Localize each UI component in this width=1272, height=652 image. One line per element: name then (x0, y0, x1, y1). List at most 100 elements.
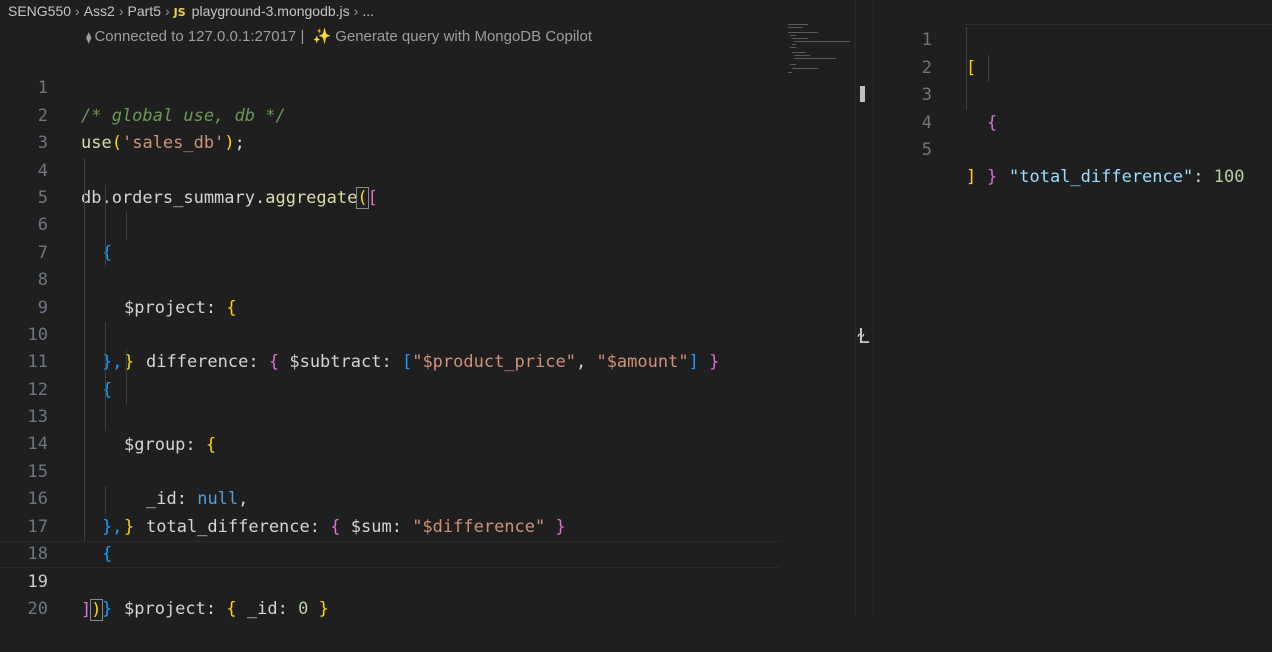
minimap-line (790, 47, 796, 48)
indent-guide (84, 239, 85, 268)
indent-guide (105, 486, 106, 514)
output-bracket: } (987, 167, 998, 188)
indent-guide (84, 267, 85, 295)
code-bracket: } (102, 598, 113, 619)
text-cursor-icon: Ɫ (858, 324, 870, 348)
code-line[interactable]: 17 $project: { _id: 0 } (0, 486, 780, 619)
indent-guide (84, 513, 85, 542)
connection-status[interactable]: Connected to 127.0.0.1:27017 | (94, 28, 304, 45)
chevron-right-icon: › (118, 3, 124, 19)
minimap-line (792, 38, 808, 39)
code-punct: : (205, 598, 227, 619)
minimap-line (794, 55, 810, 56)
code-line[interactable]: 3 (0, 103, 780, 153)
line-number: 20 (27, 598, 48, 619)
minimap-line (790, 64, 796, 65)
minimap-line (792, 44, 796, 45)
minimap-line (788, 24, 808, 25)
indent-guide (105, 321, 106, 350)
indent-guide (126, 212, 127, 240)
code-line[interactable]: 12 _id: null, (0, 349, 780, 509)
code-line[interactable]: 9 }, (0, 267, 780, 372)
indent-guide (84, 376, 85, 405)
chevron-right-icon: › (353, 3, 359, 19)
code-line[interactable]: 7 difference: { $subtract: ["$product_pr… (0, 212, 780, 372)
generate-query-link[interactable]: Generate query with MongoDB Copilot (335, 28, 592, 45)
output-line[interactable]: 3 "total_difference": 100 (874, 54, 1272, 187)
indent-guide (84, 157, 85, 185)
javascript-file-icon: JS (173, 6, 186, 19)
indent-guide (84, 321, 85, 350)
indent-guide (126, 376, 127, 405)
indent-guide (105, 212, 106, 240)
breadcrumb: SENG550 › Ass2 › Part5 › JS playground-3.mongod… (0, 0, 374, 22)
output-line[interactable]: 4 } (874, 82, 1272, 187)
output-pane[interactable]: 1 [ 2 { 3 "total_difference": 100 4 } 5 … (873, 0, 1272, 617)
output-punct: : (1193, 167, 1214, 188)
code-line[interactable]: 15 }, (0, 431, 780, 537)
breadcrumb-item-seng550[interactable]: SENG550 (8, 3, 71, 19)
minimap[interactable] (780, 22, 855, 617)
minimap-line (792, 68, 818, 69)
output-line[interactable]: 5 ] (874, 110, 1272, 187)
output-line[interactable]: 2 { (874, 27, 1272, 133)
indent-guide (84, 294, 85, 322)
output-value: 100 (1213, 167, 1245, 188)
indent-guide (84, 431, 85, 459)
code-key: $project (124, 598, 206, 619)
code-punct: : (277, 598, 299, 619)
code-line[interactable]: 4 db.orders_summary.aggregate([ (0, 130, 780, 209)
indent-guide (966, 27, 967, 55)
code-number: 0 (298, 598, 309, 619)
code-line[interactable]: 8 } (0, 239, 780, 372)
indent-guide (105, 184, 106, 213)
output-bracket: ] (966, 167, 977, 188)
breadcrumb-item-part5[interactable]: Part5 (128, 3, 161, 19)
code-bracket: { (226, 598, 237, 619)
code-line[interactable]: 20 (0, 568, 780, 619)
code-line[interactable]: 5 { (0, 157, 780, 263)
indent-guide (84, 404, 85, 432)
code-line-current[interactable]: 19 ]) (0, 541, 780, 621)
indent-guide (105, 404, 106, 432)
indent-guide (105, 349, 106, 377)
breadcrumb-item-ass2[interactable]: Ass2 (84, 3, 115, 19)
indent-guide (84, 458, 85, 487)
indent-guide (988, 54, 989, 83)
sparkle-icon: ✨ (312, 28, 332, 45)
output-key: "total_difference" (1009, 167, 1194, 188)
minimap-line (794, 41, 850, 42)
output-line[interactable]: 1 [ (874, 0, 1272, 77)
minimap-line (794, 58, 836, 59)
editor-pane[interactable]: SENG550 › Ass2 › Part5 › JS playground-3.mongod… (0, 0, 873, 621)
indent-guide (84, 486, 85, 514)
line-number: 5 (921, 139, 932, 160)
code-editor[interactable]: 1 /* global use, db */ 2 use('sales_db')… (0, 48, 780, 621)
breadcrumb-more[interactable]: ... (362, 3, 374, 19)
minimap-line (788, 32, 818, 33)
code-line[interactable]: 11 $group: { (0, 321, 780, 455)
plug-icon: ⧫ (86, 32, 92, 44)
codelens-bar: ⧫ Connected to 127.0.0.1:27017 | ✨ Generat… (86, 26, 592, 48)
code-line[interactable]: 2 use('sales_db'); (0, 75, 780, 153)
code-line[interactable]: 18 } (0, 513, 780, 619)
indent-guide (84, 184, 85, 213)
minimap-line (788, 27, 802, 28)
minimap-line (790, 35, 796, 36)
code-line[interactable]: 10 { (0, 294, 780, 400)
chevron-right-icon: › (164, 3, 170, 19)
code-line[interactable]: 16 { (0, 458, 780, 564)
scrollbar-thumb[interactable] (860, 86, 865, 102)
code-line[interactable]: 14 } (0, 404, 780, 537)
indent-guide (105, 239, 106, 268)
code-key: _id (246, 598, 278, 619)
code-line[interactable]: 6 $project: { (0, 184, 780, 318)
indent-guide (966, 82, 967, 110)
minimap-line (788, 72, 792, 73)
code-line[interactable]: 13 total_difference: { $sum: "$differenc… (0, 376, 780, 537)
breadcrumb-item-file[interactable]: playground-3.mongodb.js (192, 3, 350, 19)
indent-guide (105, 376, 106, 405)
chevron-right-icon: › (75, 3, 80, 19)
code-line[interactable]: 1 /* global use, db */ (0, 48, 780, 125)
code-bracket: } (318, 598, 329, 619)
